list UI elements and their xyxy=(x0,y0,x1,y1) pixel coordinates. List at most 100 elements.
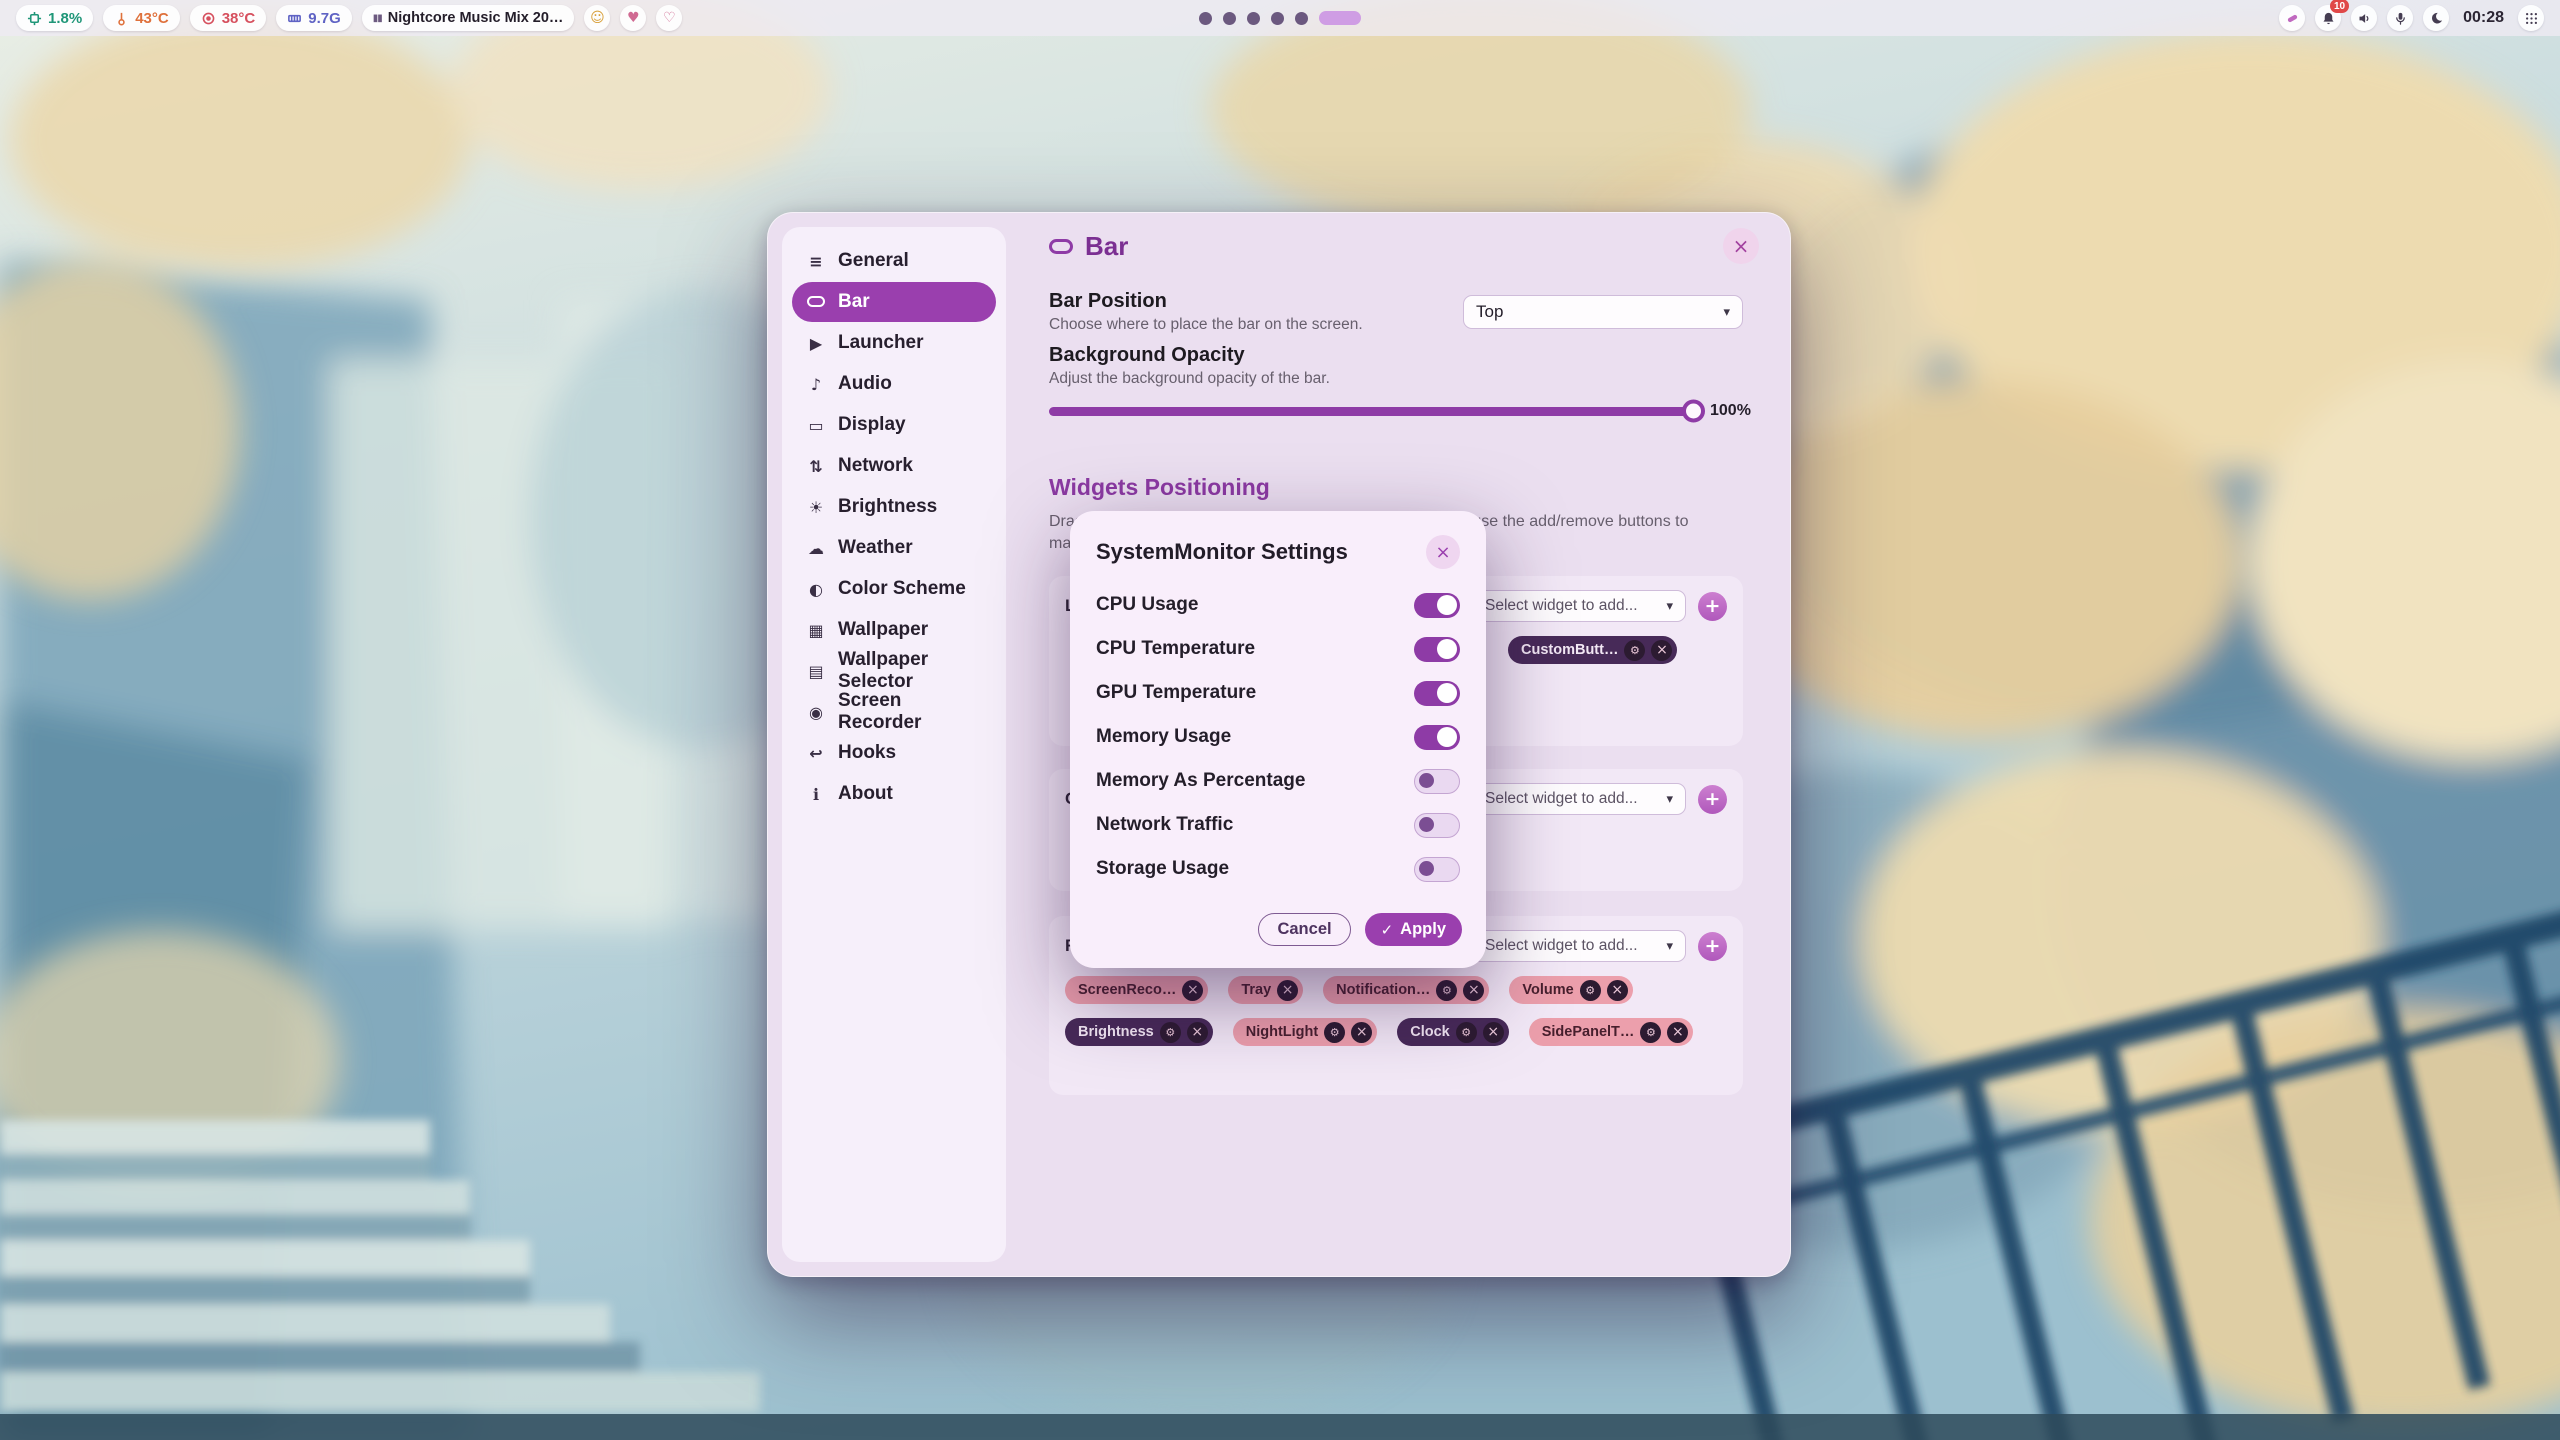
clock[interactable]: 00:28 xyxy=(2459,9,2508,27)
notification-badge: 10 xyxy=(2330,0,2349,13)
chip-remove-icon[interactable]: × xyxy=(1483,1022,1504,1043)
add-widget-button[interactable]: + xyxy=(1698,592,1727,621)
toggle-memory-usage[interactable] xyxy=(1414,725,1460,750)
left-widget-add-select[interactable]: Select widget to add... ▾ xyxy=(1472,590,1686,622)
widget-chip-clock[interactable]: Clock ⚙ × xyxy=(1397,1018,1509,1046)
cpu-usage-value: 1.8% xyxy=(48,10,82,27)
chip-settings-icon[interactable]: ⚙ xyxy=(1436,980,1457,1001)
sidebar-item-about[interactable]: ℹ About xyxy=(792,774,996,814)
sidebar-item-weather[interactable]: ☁ Weather xyxy=(792,528,996,568)
chip-settings-icon[interactable]: ⚙ xyxy=(1456,1022,1477,1043)
chip-remove-icon[interactable]: × xyxy=(1187,1022,1208,1043)
images-icon: ▤ xyxy=(805,662,827,681)
widget-chip-nightlight[interactable]: NightLight ⚙ × xyxy=(1233,1018,1377,1046)
sidebar-item-brightness[interactable]: ☀ Brightness xyxy=(792,487,996,527)
bar-position-select[interactable]: Top ▾ xyxy=(1463,295,1743,329)
heart-button[interactable]: ♥ xyxy=(620,5,646,31)
memory-usage-pill[interactable]: 9.7G xyxy=(276,5,352,31)
sidebar-item-label: Wallpaper Selector xyxy=(838,649,983,693)
chip-settings-icon[interactable]: ⚙ xyxy=(1160,1022,1181,1043)
toggle-row: CPU Usage xyxy=(1096,583,1460,627)
widget-chip-notifications[interactable]: Notification… ⚙ × xyxy=(1323,976,1489,1004)
app-launcher-button[interactable] xyxy=(2518,5,2544,31)
toggle-memory-as-percentage[interactable] xyxy=(1414,769,1460,794)
opacity-slider-thumb[interactable] xyxy=(1682,400,1705,423)
color-picker-button[interactable] xyxy=(2279,5,2305,31)
chip-remove-icon[interactable]: × xyxy=(1651,640,1672,661)
sidebar-item-display[interactable]: ▭ Display xyxy=(792,405,996,445)
sidebar-item-wallpaper[interactable]: ▦ Wallpaper xyxy=(792,610,996,650)
center-widget-add-select[interactable]: Select widget to add... ▾ xyxy=(1472,783,1686,815)
chip-settings-icon[interactable]: ⚙ xyxy=(1580,980,1601,1001)
chip-remove-icon[interactable]: × xyxy=(1182,980,1203,1001)
right-widget-add-select[interactable]: Select widget to add... ▾ xyxy=(1472,930,1686,962)
sidebar-item-label: Screen Recorder xyxy=(838,690,983,734)
widget-chip-tray[interactable]: Tray × xyxy=(1228,976,1303,1004)
microphone-button[interactable] xyxy=(2387,5,2413,31)
gpu-fan-icon xyxy=(201,11,216,26)
sidebar-item-general[interactable]: ≡ General xyxy=(792,241,996,281)
add-widget-button[interactable]: + xyxy=(1698,932,1727,961)
gpu-temperature-pill[interactable]: 38°C xyxy=(190,5,267,31)
cpu-temperature-pill[interactable]: 43°C xyxy=(103,5,180,31)
dialog-title: SystemMonitor Settings xyxy=(1096,539,1348,565)
toggle-cpu-temperature[interactable] xyxy=(1414,637,1460,662)
widget-chip-brightness[interactable]: Brightness ⚙ × xyxy=(1065,1018,1213,1046)
chip-settings-icon[interactable]: ⚙ xyxy=(1624,640,1645,661)
moon-icon xyxy=(2429,11,2444,26)
chip-remove-icon[interactable]: × xyxy=(1463,980,1484,1001)
cancel-button[interactable]: Cancel xyxy=(1258,913,1350,946)
workspace-active[interactable] xyxy=(1319,11,1361,25)
media-player-pill[interactable]: ▮▮ Nightcore Music Mix 20… xyxy=(362,5,575,31)
workspace-dot[interactable] xyxy=(1295,12,1308,25)
chip-label: Notification… xyxy=(1336,982,1430,998)
workspace-dot[interactable] xyxy=(1223,12,1236,25)
chip-remove-icon[interactable]: × xyxy=(1667,1022,1688,1043)
widget-chip-sidepanel[interactable]: SidePanelT… ⚙ × xyxy=(1529,1018,1694,1046)
sidebar-item-hooks[interactable]: ↩ Hooks xyxy=(792,733,996,773)
cpu-usage-pill[interactable]: 1.8% xyxy=(16,5,93,31)
chip-remove-icon[interactable]: × xyxy=(1607,980,1628,1001)
toggle-label: CPU Temperature xyxy=(1096,638,1255,660)
workspace-dot[interactable] xyxy=(1247,12,1260,25)
sidebar-item-screen-recorder[interactable]: ◉ Screen Recorder xyxy=(792,692,996,732)
apply-button[interactable]: ✓ Apply xyxy=(1365,913,1462,946)
thermometer-icon xyxy=(114,11,129,26)
volume-button[interactable] xyxy=(2351,5,2377,31)
workspace-dot[interactable] xyxy=(1271,12,1284,25)
add-widget-button[interactable]: + xyxy=(1698,785,1727,814)
sidebar-item-wallpaper-selector[interactable]: ▤ Wallpaper Selector xyxy=(792,651,996,691)
chip-settings-icon[interactable]: ⚙ xyxy=(1324,1022,1345,1043)
chip-settings-icon[interactable]: ⚙ xyxy=(1640,1022,1661,1043)
opacity-slider-fill xyxy=(1049,407,1694,416)
page-header: Bar xyxy=(1049,229,1743,263)
dialog-close-button[interactable]: × xyxy=(1426,535,1460,569)
chip-remove-icon[interactable]: × xyxy=(1277,980,1298,1001)
sidebar-item-network[interactable]: ⇅ Network xyxy=(792,446,996,486)
sidebar-item-bar[interactable]: Bar xyxy=(792,282,996,322)
sidebar-item-color-scheme[interactable]: ◐ Color Scheme xyxy=(792,569,996,609)
workspace-dot[interactable] xyxy=(1199,12,1212,25)
background-opacity-label: Background Opacity xyxy=(1049,343,1743,367)
chevron-down-icon: ▾ xyxy=(1723,305,1730,320)
notifications-button[interactable]: 10 xyxy=(2315,5,2341,31)
widget-chip-screenrecorder[interactable]: ScreenReco… × xyxy=(1065,976,1208,1004)
sidebar-item-audio[interactable]: ♪ Audio xyxy=(792,364,996,404)
bar-position-setting: Bar Position Choose where to place the b… xyxy=(1049,289,1743,335)
favorite-button[interactable]: ♡ xyxy=(656,5,682,31)
chip-label: Tray xyxy=(1241,982,1271,998)
sidebar-item-launcher[interactable]: ▶ Launcher xyxy=(792,323,996,363)
toggle-storage-usage[interactable] xyxy=(1414,857,1460,882)
emoji-button[interactable]: ☺ xyxy=(584,5,610,31)
night-light-button[interactable] xyxy=(2423,5,2449,31)
opacity-slider[interactable] xyxy=(1049,407,1694,416)
widget-chip-volume[interactable]: Volume ⚙ × xyxy=(1509,976,1632,1004)
toggle-gpu-temperature[interactable] xyxy=(1414,681,1460,706)
toggle-cpu-usage[interactable] xyxy=(1414,593,1460,618)
chip-label: ScreenReco… xyxy=(1078,982,1176,998)
check-icon: ✓ xyxy=(1381,921,1394,939)
toggle-network-traffic[interactable] xyxy=(1414,813,1460,838)
widget-chip-custombutton[interactable]: CustomButt… ⚙ × xyxy=(1508,636,1677,664)
chip-remove-icon[interactable]: × xyxy=(1351,1022,1372,1043)
background-opacity-description: Adjust the background opacity of the bar… xyxy=(1049,369,1743,389)
